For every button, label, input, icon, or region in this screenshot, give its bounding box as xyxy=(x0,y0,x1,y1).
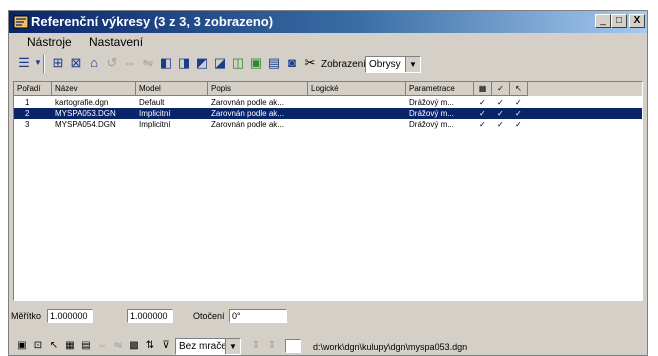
list-header: Pořadí Název Model Popis Logické Paramet… xyxy=(14,82,642,96)
snap-checkbox[interactable]: ✓ xyxy=(494,119,510,130)
display-mode-value: Obrysy xyxy=(369,59,401,70)
frame-icon[interactable]: ⊡ xyxy=(31,339,45,353)
row-description: Zarovnán podle ak... xyxy=(211,98,284,107)
display-checkbox[interactable]: ✓ xyxy=(476,97,492,108)
display-label: Zobrazení: xyxy=(321,59,369,70)
display-mode-select[interactable]: Obrysy ▼ xyxy=(365,56,421,73)
reload-reference-icon[interactable]: ⌂ xyxy=(85,55,103,71)
maximize-button[interactable]: □ xyxy=(611,14,627,28)
snap-checkbox[interactable]: ✓ xyxy=(494,97,510,108)
title-bar[interactable]: Referenční výkresy (3 z 3, 3 zobrazeno) … xyxy=(9,11,647,33)
link-icon[interactable]: ⇔ xyxy=(95,339,109,353)
filter-icon[interactable]: ⊽ xyxy=(159,339,173,353)
column-order[interactable]: Pořadí xyxy=(14,82,52,96)
display-checkbox[interactable]: ✓ xyxy=(476,119,492,130)
grid-icon[interactable]: ▦ xyxy=(63,339,77,353)
row-logical xyxy=(308,97,406,108)
row-description: Zarovnán podle ak... xyxy=(211,109,284,118)
attach-reference-icon[interactable]: ⊞ xyxy=(49,55,67,71)
clip-delete-icon[interactable]: ▣ xyxy=(247,55,265,71)
exchange-icon[interactable]: ↺ xyxy=(103,55,121,71)
locate-checkbox[interactable]: ✓ xyxy=(512,97,528,108)
toolbar-separator xyxy=(43,55,45,73)
reference-list[interactable]: Pořadí Název Model Popis Logické Paramet… xyxy=(13,81,643,301)
hilite-icon[interactable]: ▤ xyxy=(265,55,283,71)
minimize-button[interactable]: _ xyxy=(595,14,611,28)
nest-icon[interactable]: ⇅ xyxy=(143,339,157,353)
detach-reference-icon[interactable]: ⊠ xyxy=(67,55,85,71)
table-row[interactable]: 3 MYSPA054.DGN Implicitní Zarovnán podle… xyxy=(14,119,642,130)
row-model: Default xyxy=(139,98,165,107)
tools-icon[interactable]: ✂ xyxy=(301,55,319,71)
table-row-selected[interactable]: 2 MYSPA053.DGN Implicitní Zarovnán podle… xyxy=(14,108,642,119)
row-name: MYSPA053.DGN xyxy=(55,109,116,118)
app-icon xyxy=(13,15,29,29)
rotation-label: Otočení xyxy=(193,311,225,321)
column-snap-icon[interactable]: ✓ xyxy=(492,82,510,96)
window-title: Referenční výkresy (3 z 3, 3 zobrazeno) xyxy=(31,14,274,29)
mirror-icon[interactable]: ◩ xyxy=(193,55,211,71)
clip-boundary-icon[interactable]: ◪ xyxy=(211,55,229,71)
row-order: 1 xyxy=(25,98,30,107)
mode-select[interactable]: Bez mračení ▼ xyxy=(175,338,241,355)
row-model: Implicitní xyxy=(139,109,171,118)
locate-checkbox[interactable]: ✓ xyxy=(512,108,528,119)
row-logical xyxy=(308,119,406,130)
row-logical xyxy=(308,108,406,119)
row-description: Zarovnán podle ak... xyxy=(211,120,284,129)
column-display-icon[interactable]: ▦ xyxy=(474,82,492,96)
column-parameters[interactable]: Parametrace xyxy=(406,82,474,96)
column-logical[interactable]: Logické xyxy=(308,82,406,96)
nest-depth-icon[interactable]: ⇕ xyxy=(249,339,263,353)
row-parameters: Drážový m... xyxy=(409,98,454,107)
raster-icon[interactable]: ▩ xyxy=(127,339,141,353)
scale-icon[interactable]: ◧ xyxy=(157,55,175,71)
chevron-down-icon[interactable]: ▼ xyxy=(405,57,420,72)
view-icon[interactable]: ▣ xyxy=(15,339,29,353)
clip-mask-icon[interactable]: ◫ xyxy=(229,55,247,71)
menu-settings[interactable]: Nastavení xyxy=(89,35,143,49)
unlink-icon[interactable]: ⇋ xyxy=(111,339,125,353)
column-name[interactable]: Název xyxy=(52,82,136,96)
settings-panel: Měřítko 1.000000 1.000000 Otočení 0° ▣ ⊡… xyxy=(9,307,647,355)
toolbar: ☰ ▼ ⊞ ⊠ ⌂ ↺ ⇔ ⇋ ◧ ◨ ◩ ◪ ◫ ▣ ▤ ◙ ✂ Zobraz… xyxy=(9,51,647,77)
menu-tools[interactable]: Nástroje xyxy=(27,35,72,49)
rotate-icon[interactable]: ◨ xyxy=(175,55,193,71)
column-locate-icon[interactable]: ↖ xyxy=(510,82,528,96)
scale-label: Měřítko xyxy=(11,311,42,321)
close-button[interactable]: X xyxy=(629,14,645,28)
file-path: d:\work\dgn\kulupy\dgn\myspa053.dgn xyxy=(313,342,468,352)
table-row[interactable]: 1 kartografie.dgn Default Zarovnán podle… xyxy=(14,97,642,108)
settings-icon[interactable]: ◙ xyxy=(283,55,301,71)
column-description[interactable]: Popis xyxy=(208,82,308,96)
scale-field-2[interactable]: 1.000000 xyxy=(127,309,173,323)
select-pointer-icon[interactable]: ↖ xyxy=(47,339,61,353)
row-parameters: Drážový m... xyxy=(409,120,454,129)
column-model[interactable]: Model xyxy=(136,82,208,96)
chevron-down-icon[interactable]: ▼ xyxy=(225,339,240,354)
table-icon[interactable]: ▤ xyxy=(79,339,93,353)
row-model: Implicitní xyxy=(139,120,171,129)
row-order: 3 xyxy=(25,120,30,129)
row-name: MYSPA054.DGN xyxy=(55,120,116,129)
depth-field[interactable] xyxy=(285,339,301,353)
locate-checkbox[interactable]: ✓ xyxy=(512,119,528,130)
nest-depth-icon-2[interactable]: ⇕ xyxy=(265,339,279,353)
rotation-field[interactable]: 0° xyxy=(229,309,287,323)
row-parameters: Drážový m... xyxy=(409,109,454,118)
reference-files-window: Referenční výkresy (3 z 3, 3 zobrazeno) … xyxy=(8,10,648,356)
move-icon[interactable]: ⇔ xyxy=(121,55,139,71)
display-checkbox[interactable]: ✓ xyxy=(476,108,492,119)
copy-icon[interactable]: ⇋ xyxy=(139,55,157,71)
row-name: kartografie.dgn xyxy=(55,98,109,107)
row-order: 2 xyxy=(25,109,30,118)
scale-field-1[interactable]: 1.000000 xyxy=(47,309,93,323)
snap-checkbox[interactable]: ✓ xyxy=(494,108,510,119)
menu-bar: Nástroje Nastavení xyxy=(9,33,647,51)
